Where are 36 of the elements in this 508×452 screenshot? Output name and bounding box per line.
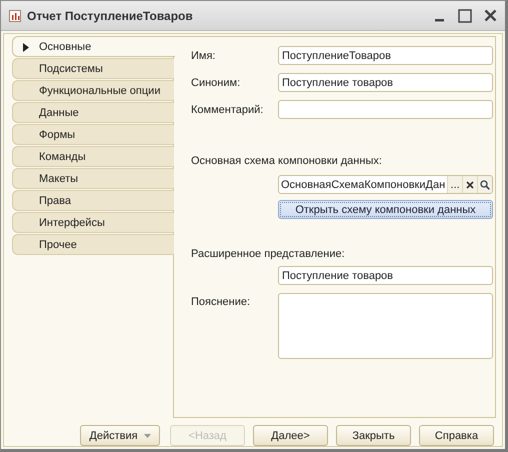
dialog-button[interactable]: Закрыть: [336, 425, 411, 446]
section-label: Расширенное представление:: [191, 248, 346, 260]
search-icon: [480, 180, 490, 190]
field-label: Пояснение:: [191, 296, 252, 308]
input-field[interactable]: ПоступлениеТоваров: [278, 46, 493, 65]
maximize-icon[interactable]: [458, 8, 472, 22]
clear-button[interactable]: [462, 176, 478, 193]
sidebar-tab[interactable]: Формы: [12, 124, 174, 145]
section-label: Основная схема компоновки данных:: [191, 155, 383, 167]
sidebar-tab[interactable]: Интерфейсы: [12, 212, 174, 233]
clear-icon: [466, 180, 474, 188]
sidebar-tab[interactable]: Данные: [12, 102, 174, 123]
sidebar-tab[interactable]: Макеты: [12, 168, 174, 189]
pointer-icon: [23, 43, 29, 52]
sidebar-tab[interactable]: Основные: [12, 36, 175, 57]
field-label: Комментарий:: [191, 104, 264, 116]
sidebar-tab[interactable]: Команды: [12, 146, 174, 167]
open-scheme-button[interactable]: Открыть схему компоновки данных: [278, 200, 493, 219]
report-icon: [9, 10, 21, 22]
sidebar-tab[interactable]: Прочее: [12, 234, 174, 255]
close-icon[interactable]: [484, 9, 497, 22]
select-button[interactable]: ...: [447, 176, 462, 193]
sidebar-tab[interactable]: Функциональные опции: [12, 80, 174, 101]
input-field[interactable]: Поступление товаров: [278, 266, 493, 285]
sidebar-tab[interactable]: Подсистемы: [12, 58, 174, 79]
input-field[interactable]: Поступление товаров: [278, 73, 493, 92]
dialog-button[interactable]: Справка: [419, 425, 494, 446]
dialog-button[interactable]: Далее>: [253, 425, 328, 446]
actions-dropdown[interactable]: Действия: [80, 425, 160, 446]
window-title: Отчет ПоступлениеТоваров: [27, 8, 194, 22]
input-field[interactable]: [278, 100, 493, 119]
field-label: Синоним:: [191, 76, 242, 88]
reference-field[interactable]: ОсновнаяСхемаКомпоновкиДан ...: [278, 175, 493, 194]
field-label: Имя:: [191, 50, 216, 62]
search-button[interactable]: [477, 176, 492, 193]
sidebar-tab[interactable]: Права: [12, 190, 174, 211]
